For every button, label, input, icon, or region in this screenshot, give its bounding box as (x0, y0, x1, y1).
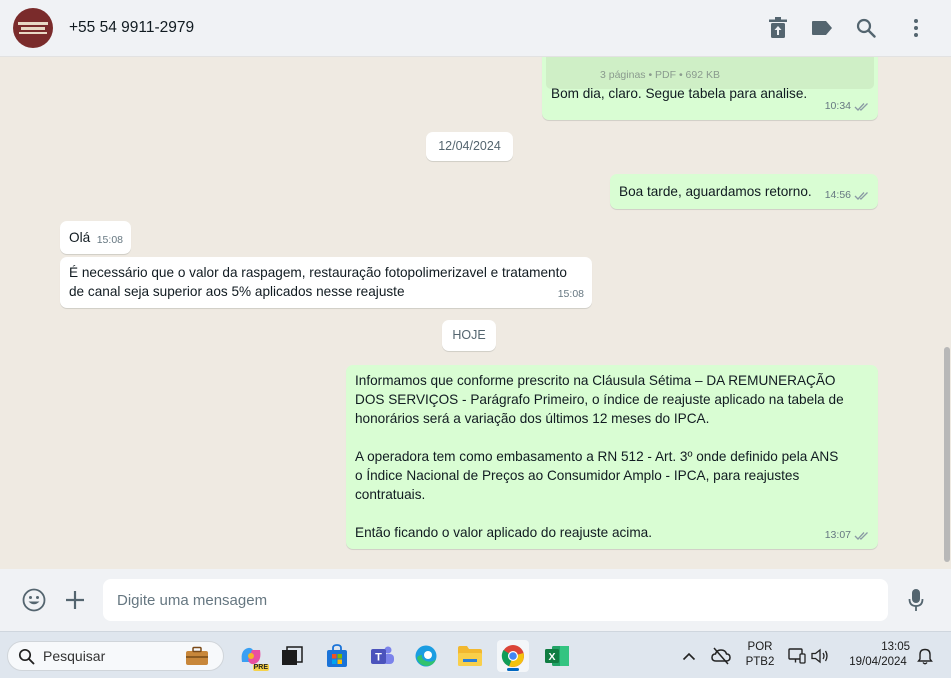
clock-date: 19/04/2024 (849, 656, 907, 668)
message-text: Bom dia, claro. Segue tabela para analis… (551, 86, 808, 101)
chevron-up-icon (682, 652, 696, 660)
bell-icon (917, 648, 933, 665)
message-bubble-outgoing[interactable]: Informamos que conforme prescrito na Clá… (346, 365, 878, 549)
message-time: 13:07 (825, 526, 870, 545)
search-icon (856, 18, 876, 38)
task-view-icon (282, 646, 303, 665)
taskbar-file-explorer[interactable] (454, 640, 486, 672)
folder-icon (458, 646, 482, 666)
chrome-icon (501, 645, 524, 667)
message-time: 10:34 (825, 97, 870, 116)
chat-header: +55 54 9911-2979 (0, 0, 951, 57)
cloud-offline-icon (711, 647, 731, 665)
show-hidden-icons-button[interactable] (674, 640, 704, 672)
document-message[interactable]: 3 páginas • PDF • 692 KB Bom dia, claro.… (542, 57, 878, 120)
briefcase-icon (185, 646, 208, 666)
message-bubble-incoming[interactable]: Olá 15:08 (60, 221, 131, 254)
taskbar-teams[interactable]: T (366, 640, 398, 672)
taskbar-clock[interactable]: 13:05 19/04/2024 (840, 640, 916, 670)
message-input[interactable] (103, 579, 888, 621)
chat-area[interactable]: 3 páginas • PDF • 692 KB Bom dia, claro.… (0, 57, 951, 569)
date-separator: 12/04/2024 (426, 132, 513, 161)
windows-taskbar: Pesquisar PRE T X POR PTB2 13:05 19/04/2… (0, 631, 951, 678)
message-text-line: É necessário que o valor da raspagem, re… (69, 265, 567, 280)
taskbar-copilot[interactable]: PRE (235, 640, 269, 672)
message-composer (0, 569, 951, 631)
document-meta: 3 páginas • PDF • 692 KB (600, 69, 721, 81)
message-bubble-outgoing[interactable]: Boa tarde, aguardamos retorno. 14:56 (610, 174, 878, 209)
emoji-icon (22, 588, 46, 612)
contact-avatar[interactable] (13, 8, 53, 48)
label-chat-button[interactable] (809, 15, 835, 41)
contact-name[interactable]: +55 54 9911-2979 (69, 19, 194, 37)
message-text-line: contratuais. (355, 487, 426, 502)
search-chat-button[interactable] (853, 15, 879, 41)
message-bubble-incoming[interactable]: É necessário que o valor da raspagem, re… (60, 257, 592, 308)
speaker-icon (811, 648, 828, 664)
message-text-line: Informamos que conforme prescrito na Clá… (355, 373, 836, 388)
trash-icon (769, 17, 787, 38)
message-time: 15:08 (557, 288, 584, 300)
taskbar-search-label: Pesquisar (43, 648, 106, 664)
excel-icon: X (545, 646, 569, 666)
chat-scrollbar[interactable] (943, 57, 951, 569)
date-separator: HOJE (442, 320, 496, 351)
language-code: POR (747, 641, 773, 653)
more-vertical-icon (914, 19, 918, 37)
message-text-line: Então ficando o valor aplicado do reajus… (355, 525, 652, 540)
message-text-line: honorários será a variação dos últimos 1… (355, 411, 710, 426)
taskbar-edge[interactable] (410, 640, 442, 672)
message-text: Olá (69, 230, 91, 245)
scrollbar-thumb[interactable] (944, 347, 950, 562)
message-text-line: DOS SERVIÇOS - Parágrafo Primeiro, o índ… (355, 392, 844, 407)
svg-text:X: X (548, 651, 555, 663)
network-status-button[interactable] (706, 640, 736, 672)
label-tag-icon (812, 21, 832, 35)
delete-chat-button[interactable] (765, 15, 791, 41)
menu-button[interactable] (903, 15, 929, 41)
taskbar-search[interactable]: Pesquisar (7, 641, 224, 671)
message-text-line: de canal seja superior aos 5% aplicados … (69, 284, 405, 299)
microphone-icon (908, 589, 924, 611)
clock-time: 13:05 (881, 641, 910, 653)
message-text: Boa tarde, aguardamos retorno. (619, 184, 812, 199)
message-text-line: A operadora tem como embasamento a RN 51… (355, 449, 839, 464)
double-check-icon (854, 102, 868, 111)
preview-badge: PRE (252, 664, 269, 671)
emoji-button[interactable] (21, 587, 47, 613)
notifications-button[interactable] (914, 640, 936, 672)
display-icon (788, 648, 806, 664)
double-check-icon (854, 531, 868, 540)
message-text-line: o Índice Nacional de Preços ao Consumido… (355, 468, 800, 483)
display-settings-button[interactable] (786, 640, 808, 672)
avatar-logo-icon (18, 21, 48, 35)
store-icon (327, 644, 347, 667)
message-time: 15:08 (96, 234, 123, 246)
volume-button[interactable] (809, 640, 831, 672)
edge-icon (415, 645, 437, 667)
double-check-icon (854, 191, 868, 200)
plus-icon (66, 591, 84, 609)
message-time: 14:56 (825, 186, 870, 205)
teams-icon: T (371, 646, 394, 664)
taskbar-excel[interactable]: X (541, 640, 573, 672)
taskbar-store[interactable] (321, 640, 353, 672)
input-language-indicator[interactable]: POR PTB2 (742, 640, 778, 670)
active-app-indicator (507, 668, 519, 671)
search-icon (18, 648, 35, 664)
voice-message-button[interactable] (903, 587, 929, 613)
attach-button[interactable] (62, 587, 88, 613)
taskbar-chrome[interactable] (497, 640, 529, 672)
keyboard-layout: PTB2 (745, 656, 775, 668)
svg-text:T: T (375, 652, 382, 664)
taskbar-task-view[interactable] (276, 640, 308, 672)
